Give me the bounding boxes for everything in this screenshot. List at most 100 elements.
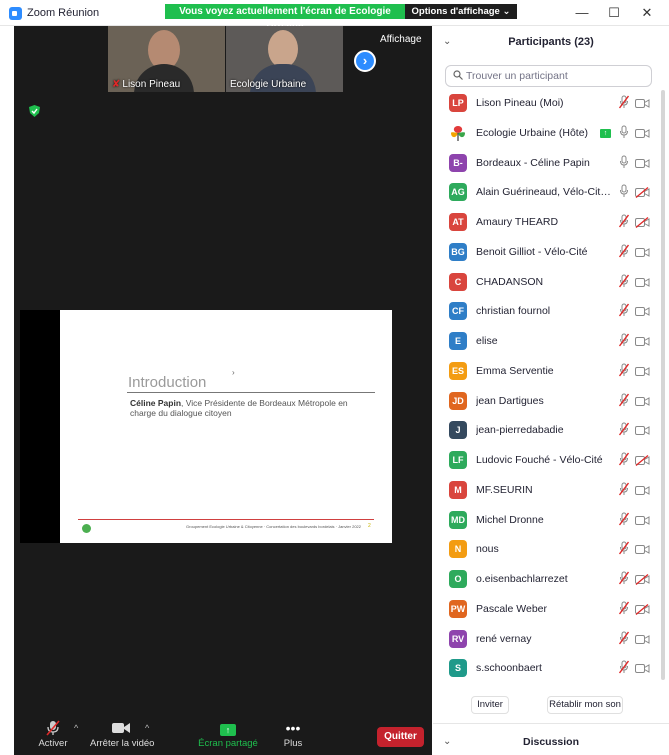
muted-mic-icon[interactable] <box>619 660 629 674</box>
video-blocked-icon[interactable] <box>635 574 650 585</box>
next-page-arrow-icon[interactable]: › <box>354 50 376 72</box>
participant-name: Lison Pineau (Moi) <box>476 97 564 109</box>
muted-mic-icon[interactable] <box>619 452 629 466</box>
muted-mic-icon[interactable] <box>619 214 629 228</box>
muted-mic-icon[interactable] <box>619 303 629 317</box>
participant-row[interactable]: JD jean Dartigues <box>433 388 669 417</box>
participant-row[interactable]: MD Michel Dronne <box>433 507 669 536</box>
scrollbar[interactable] <box>661 90 665 680</box>
screen-share-area: Introduction › Céline Papin, Vice Présid… <box>20 310 392 543</box>
participant-row[interactable]: AG Alain Guérineaud, Vélo-Cité Bor... <box>433 179 669 208</box>
participant-row[interactable]: RV rené vernay <box>433 626 669 655</box>
participant-name: Alain Guérineaud, Vélo-Cité Bor... <box>476 186 614 199</box>
participant-name: Bordeaux - Céline Papin <box>476 156 590 169</box>
participant-row[interactable]: Jjean-pierredabadie <box>433 417 669 446</box>
view-button[interactable]: Affichage <box>380 34 422 45</box>
avatar: E <box>449 332 467 350</box>
close-icon[interactable]: ✕ <box>638 5 656 21</box>
mic-icon[interactable] <box>619 125 629 139</box>
participant-row[interactable]: Ecologie Urbaine (Hôte) ↑ <box>433 120 669 149</box>
muted-mic-icon[interactable] <box>619 601 629 615</box>
slide-subtitle: Céline Papin, Vice Présidente de Bordeau… <box>130 398 348 418</box>
muted-mic-icon[interactable] <box>619 541 629 555</box>
video-off-icon[interactable] <box>635 366 650 377</box>
video-blocked-icon[interactable] <box>635 603 650 615</box>
video-off-icon[interactable] <box>635 425 650 436</box>
video-off-icon[interactable] <box>635 247 650 258</box>
video-off-icon[interactable] <box>635 663 650 674</box>
reclaim-audio-button[interactable]: Rétablir mon son <box>547 696 623 714</box>
chat-section-header[interactable]: ⌄ Discussion <box>433 723 669 755</box>
participant-name: Michel Dronne <box>476 513 544 526</box>
unmute-button[interactable]: Activer <box>28 716 78 755</box>
mic-icon[interactable] <box>619 155 629 169</box>
participant-row[interactable]: CF christian fournol <box>433 298 669 327</box>
video-off-icon[interactable] <box>635 544 650 555</box>
share-banner: Vous voyez actuellement l'écran de Ecolo… <box>165 4 405 32</box>
quit-button[interactable]: Quitter <box>377 727 424 747</box>
muted-mic-icon[interactable] <box>619 482 629 496</box>
muted-mic-icon[interactable] <box>619 631 629 645</box>
mic-icon[interactable] <box>619 184 629 198</box>
muted-mic-icon[interactable] <box>619 244 629 258</box>
maximize-icon[interactable]: ☐ <box>605 5 623 21</box>
participant-row[interactable]: LF Ludovic Fouché - Vélo-Cité <box>433 447 669 476</box>
video-blocked-icon[interactable] <box>635 455 650 466</box>
video-off-icon[interactable] <box>635 515 650 526</box>
video-thumbnail-1[interactable]: ✘ Lison Pineau <box>108 26 225 92</box>
video-options-caret-icon[interactable]: ^ <box>145 723 149 733</box>
participant-row[interactable]: ES Emma Serventie <box>433 358 669 387</box>
participant-row[interactable]: AT Amaury THEARD <box>433 209 669 238</box>
meeting-area: ✘ Lison Pineau Ecologie Urbaine › Afficha… <box>14 26 432 716</box>
participant-row[interactable]: Oo.eisenbachlarrezet <box>433 566 669 595</box>
participant-name: s.schoonbaert <box>476 662 542 675</box>
slide-divider <box>127 392 375 393</box>
avatar: LF <box>449 451 467 469</box>
participant-row[interactable]: Nnous <box>433 536 669 565</box>
video-off-icon[interactable] <box>635 396 650 407</box>
muted-mic-icon[interactable] <box>619 333 629 347</box>
video-off-icon[interactable] <box>635 336 650 347</box>
audio-options-caret-icon[interactable]: ^ <box>74 723 78 733</box>
avatar: M <box>449 480 467 499</box>
video-blocked-icon[interactable] <box>635 187 650 199</box>
video-blocked-icon[interactable] <box>635 217 650 228</box>
video-off-icon[interactable] <box>635 128 650 139</box>
participant-name: Ecologie Urbaine (Hôte) <box>476 126 589 139</box>
video-off-icon[interactable] <box>635 634 650 645</box>
muted-mic-icon[interactable] <box>619 393 629 407</box>
participant-row[interactable]: LP Lison Pineau (Moi) <box>433 90 669 119</box>
ellipsis-icon: ••• <box>285 720 301 736</box>
participant-row[interactable]: C CHADANSON <box>433 269 669 298</box>
muted-mic-icon[interactable] <box>619 363 629 377</box>
participant-row[interactable]: M MF.SEURIN <box>433 477 669 506</box>
muted-mic-icon[interactable] <box>619 571 629 585</box>
participant-row[interactable]: Ss.schoonbaert <box>433 655 669 684</box>
muted-mic-icon[interactable] <box>619 422 629 436</box>
muted-mic-icon[interactable] <box>619 512 629 526</box>
share-screen-button[interactable]: ↑ Écran partagé <box>198 716 258 755</box>
participant-row[interactable]: BG Benoit Gilliot - Vélo-Cité <box>433 239 669 268</box>
view-options-button[interactable]: Options d'affichage ⌄ <box>405 4 517 19</box>
participant-row[interactable]: Eelise <box>433 328 669 357</box>
zoom-logo-icon <box>9 7 22 20</box>
avatar: N <box>449 540 467 559</box>
invite-button[interactable]: Inviter <box>471 696 509 714</box>
participant-row[interactable]: B- Bordeaux - Céline Papin <box>433 150 669 179</box>
avatar: B- <box>449 153 467 172</box>
video-off-icon[interactable] <box>635 306 650 317</box>
muted-mic-icon[interactable] <box>619 274 629 288</box>
video-thumbnail-2[interactable]: Ecologie Urbaine <box>226 26 343 92</box>
more-button[interactable]: ••• Plus <box>276 716 310 755</box>
minimize-icon[interactable]: — <box>573 5 591 21</box>
participant-row[interactable]: PW Pascale Weber <box>433 596 669 625</box>
participant-search[interactable] <box>445 65 652 87</box>
muted-mic-icon[interactable] <box>619 95 629 109</box>
video-off-icon[interactable] <box>635 485 650 496</box>
video-off-icon[interactable] <box>635 277 650 288</box>
video-off-icon[interactable] <box>635 158 650 169</box>
search-input[interactable] <box>466 69 646 83</box>
video-off-icon[interactable] <box>635 98 650 109</box>
shield-icon[interactable] <box>29 105 40 117</box>
stop-video-button[interactable]: Arrêter la vidéo <box>90 716 154 755</box>
